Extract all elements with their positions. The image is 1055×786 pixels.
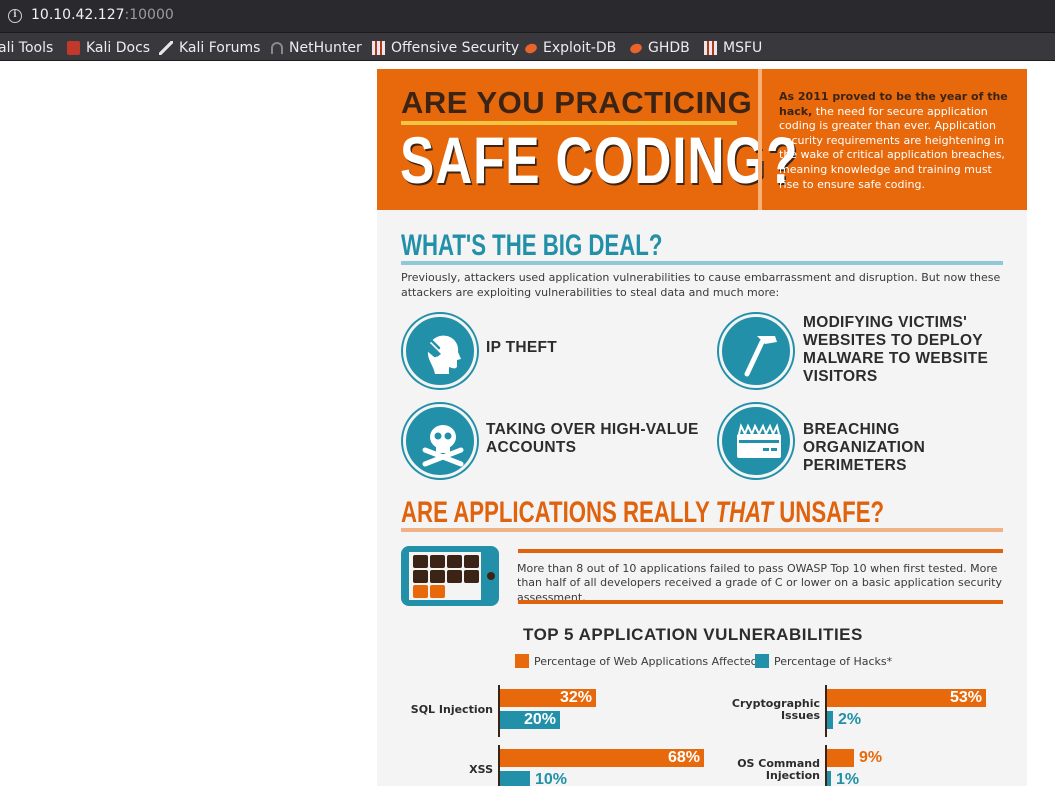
- offensive-security-icon: [372, 41, 385, 55]
- unsafe-title-emphasis: THAT: [715, 496, 774, 529]
- section-rule: [401, 528, 1003, 532]
- url-port: :10000: [124, 7, 174, 23]
- bookmark-label: NetHunter: [289, 40, 362, 56]
- hammer-icon: [719, 314, 793, 388]
- threat-modifying-websites: MODIFYING VICTIMS' WEBSITES TO DEPLOY MA…: [803, 314, 989, 385]
- skull-crossbones-icon: [403, 404, 477, 478]
- ghdb-icon: [628, 41, 644, 55]
- legend-label: Percentage of Web Applications Affected: [534, 654, 758, 668]
- bookmark-label: Kali Forums: [179, 40, 261, 56]
- stat-rule-top: [518, 549, 1003, 553]
- bookmark-label: ali Tools: [0, 40, 54, 56]
- hero-banner: ARE YOU PRACTICING SAFE CODING? As 2011 …: [377, 69, 1027, 210]
- kali-docs-icon: [67, 41, 80, 55]
- legend-swatch: [755, 654, 769, 668]
- big-deal-intro: Previously, attackers used application v…: [401, 271, 1001, 299]
- kali-forums-icon: [159, 41, 173, 55]
- hero-blurb-body: the need for secure application coding i…: [779, 104, 1005, 191]
- hero-divider: [758, 69, 762, 210]
- site-info-icon[interactable]: i: [8, 9, 22, 23]
- bar-hacks: [827, 711, 833, 729]
- bookmark-label: Offensive Security: [391, 40, 520, 56]
- bar-applications: [827, 749, 854, 767]
- unsafe-title-post: UNSAFE?: [773, 496, 885, 529]
- head-hand-icon: [403, 314, 477, 388]
- category-label: Cryptographic Issues: [731, 697, 820, 722]
- infographic: ARE YOU PRACTICING SAFE CODING? As 2011 …: [377, 69, 1027, 786]
- bookmark-nethunter[interactable]: NetHunter: [271, 39, 362, 57]
- threat-high-value-accounts: TAKING OVER HIGH-VALUE ACCOUNTS: [486, 421, 699, 456]
- hero-title: SAFE CODING?: [400, 123, 799, 197]
- bar-hacks: [500, 771, 530, 786]
- threat-ip-theft: IP THEFT: [486, 339, 558, 356]
- nethunter-icon: [271, 42, 283, 54]
- legend-swatch: [515, 654, 529, 668]
- url-bar[interactable]: i 10.10.42.127:10000: [0, 0, 1055, 33]
- stat-rule-bottom: [518, 600, 1003, 604]
- bookmark-kali-forums[interactable]: Kali Forums: [159, 39, 260, 57]
- bar-hacks: [827, 771, 831, 786]
- unsafe-stat: More than 8 out of 10 applications faile…: [517, 562, 1002, 604]
- bookmark-label: GHDB: [648, 40, 690, 56]
- bar-value-label: 53%: [950, 689, 983, 706]
- tablet-screen: [409, 552, 481, 600]
- section-rule: [401, 261, 1003, 265]
- bar-value-label: 68%: [668, 749, 701, 766]
- unsafe-title-pre: ARE APPLICATIONS REALLY: [401, 496, 716, 529]
- bar-value-label: 2%: [838, 711, 862, 728]
- brick-wall-icon: [719, 404, 793, 478]
- exploit-db-icon: [523, 41, 539, 55]
- category-label: SQL Injection: [410, 703, 493, 716]
- bookmark-offensive-security[interactable]: Offensive Security: [372, 39, 519, 57]
- bar-value-label: 1%: [836, 771, 860, 786]
- bar-value-label: 20%: [524, 711, 557, 728]
- bookmark-kali-tools[interactable]: ali Tools: [0, 39, 53, 57]
- bookmark-ghdb[interactable]: GHDB: [628, 39, 690, 57]
- bookmark-label: Kali Docs: [86, 40, 151, 56]
- url-host: 10.10.42.127: [31, 7, 125, 23]
- bookmark-label: MSFU: [723, 40, 763, 56]
- category-label: OS Command Injection: [737, 757, 820, 782]
- threat-breaching-perimeters: BREACHING ORGANIZATION PERIMETERS: [803, 421, 926, 474]
- bookmark-label: Exploit-DB: [543, 40, 617, 56]
- msfu-icon: [704, 41, 717, 55]
- category-label: XSS: [469, 763, 493, 776]
- bookmarks-toolbar: ali Tools Kali Docs Kali Forums NetHunte…: [0, 33, 1055, 61]
- bar-value-label: 10%: [535, 771, 568, 786]
- legend-label: Percentage of Hacks*: [774, 654, 893, 668]
- big-deal-title: WHAT'S THE BIG DEAL?: [401, 229, 663, 262]
- legend-hacks: Percentage of Hacks*: [755, 654, 892, 668]
- unsafe-title: ARE APPLICATIONS REALLY THAT UNSAFE?: [401, 496, 884, 530]
- chart-title: TOP 5 APPLICATION VULNERABILITIES: [523, 625, 863, 644]
- bookmark-kali-docs[interactable]: Kali Docs: [67, 39, 150, 57]
- hero-blurb: As 2011 proved to be the year of the hac…: [779, 90, 1011, 192]
- bar-value-label: 32%: [560, 689, 593, 706]
- bookmark-exploit-db[interactable]: Exploit-DB: [523, 39, 617, 57]
- hero-heading: ARE YOU PRACTICING: [401, 85, 753, 120]
- url-text[interactable]: 10.10.42.127:10000: [31, 7, 174, 23]
- bar-value-label: 9%: [859, 749, 883, 766]
- tablet-button: [487, 572, 495, 580]
- bookmark-msfu[interactable]: MSFU: [704, 39, 762, 57]
- tablet-icon: [401, 546, 499, 606]
- legend-applications: Percentage of Web Applications Affected: [515, 654, 758, 668]
